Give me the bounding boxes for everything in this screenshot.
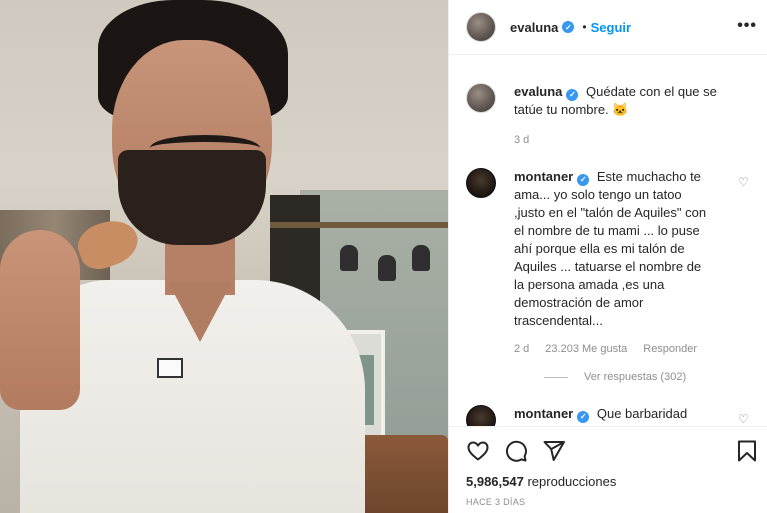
view-count-number: 5,986,547 [466, 474, 524, 489]
background-rail [270, 222, 448, 228]
background-lamp [412, 245, 430, 271]
comment-body: montaner ✓ Este muchacho te ama... yo sol… [514, 168, 714, 358]
person-hand [0, 230, 80, 410]
post-header: evaluna ✓ • Seguir ••• [449, 0, 767, 55]
caption-meta: 3 d [514, 131, 736, 149]
commenter-username[interactable]: montaner [514, 406, 573, 421]
verified-badge-icon: ✓ [562, 21, 575, 33]
bookmark-icon[interactable] [735, 439, 759, 463]
paper-plane-icon[interactable] [542, 439, 566, 463]
comment-body: montaner ✓ Que barbaridad [514, 405, 736, 426]
comment-like-heart-icon[interactable]: ♡ [738, 413, 750, 425]
post-age: HACE 3 DÍAS [466, 497, 526, 507]
person-mustache [150, 135, 260, 161]
separator-dot: • [582, 20, 587, 34]
comment-text: Que barbaridad [596, 406, 688, 421]
instagram-post: evaluna ✓ • Seguir ••• evaluna ✓ Quédate … [0, 0, 767, 513]
comment-time[interactable]: 2 d [514, 340, 529, 358]
comment-reply-button[interactable]: Responder [643, 340, 697, 358]
comment-item: montaner ✓ Que barbaridad ♡ [466, 405, 756, 426]
view-replies-link[interactable]: Ver respuestas (302) [544, 371, 686, 383]
heart-icon[interactable] [466, 439, 490, 463]
view-count-label: reproducciones [527, 474, 617, 489]
commenter-username[interactable]: montaner [514, 169, 573, 184]
commenter-avatar[interactable] [466, 405, 496, 426]
view-replies-label[interactable]: Ver respuestas (302) [584, 371, 686, 383]
verified-badge-icon: ✓ [577, 411, 590, 423]
caption-author-avatar[interactable] [466, 83, 496, 113]
caption-username[interactable]: evaluna [514, 84, 562, 99]
follow-button[interactable]: Seguir [591, 20, 631, 35]
comment-meta: 2 d 23.203 Me gusta Responder [514, 340, 754, 358]
comment-item: montaner ✓ Este muchacho te ama... yo sol… [466, 168, 756, 358]
commenter-avatar[interactable] [466, 168, 496, 198]
view-count[interactable]: 5,986,547 reproducciones [466, 474, 616, 489]
more-options-icon[interactable]: ••• [737, 17, 757, 35]
person-beard [118, 150, 266, 245]
author-username[interactable]: evaluna [510, 20, 558, 35]
verified-badge-icon: ✓ [577, 174, 590, 186]
post-side-panel: evaluna ✓ • Seguir ••• evaluna ✓ Quédate … [448, 0, 767, 513]
comment-icon[interactable] [504, 439, 528, 463]
author-avatar[interactable] [466, 12, 496, 42]
caption-body: evaluna ✓ Quédate con el que se tatúe tu … [514, 83, 736, 149]
caption: evaluna ✓ Quédate con el que se tatúe tu … [466, 83, 756, 149]
shirt-tag [157, 358, 183, 378]
post-actions: 5,986,547 reproducciones HACE 3 DÍAS [449, 426, 767, 513]
comment-like-heart-icon[interactable]: ♡ [738, 176, 750, 188]
post-video[interactable] [0, 0, 448, 513]
caption-time[interactable]: 3 d [514, 131, 529, 149]
background-lamp [340, 245, 358, 271]
replies-line [544, 376, 568, 378]
comments-list[interactable]: evaluna ✓ Quédate con el que se tatúe tu … [449, 56, 767, 426]
verified-badge-icon: ✓ [566, 89, 579, 101]
comment-text: Este muchacho te ama... yo solo tengo un… [514, 169, 707, 328]
comment-likes[interactable]: 23.203 Me gusta [545, 340, 627, 358]
background-lamp [378, 255, 396, 281]
